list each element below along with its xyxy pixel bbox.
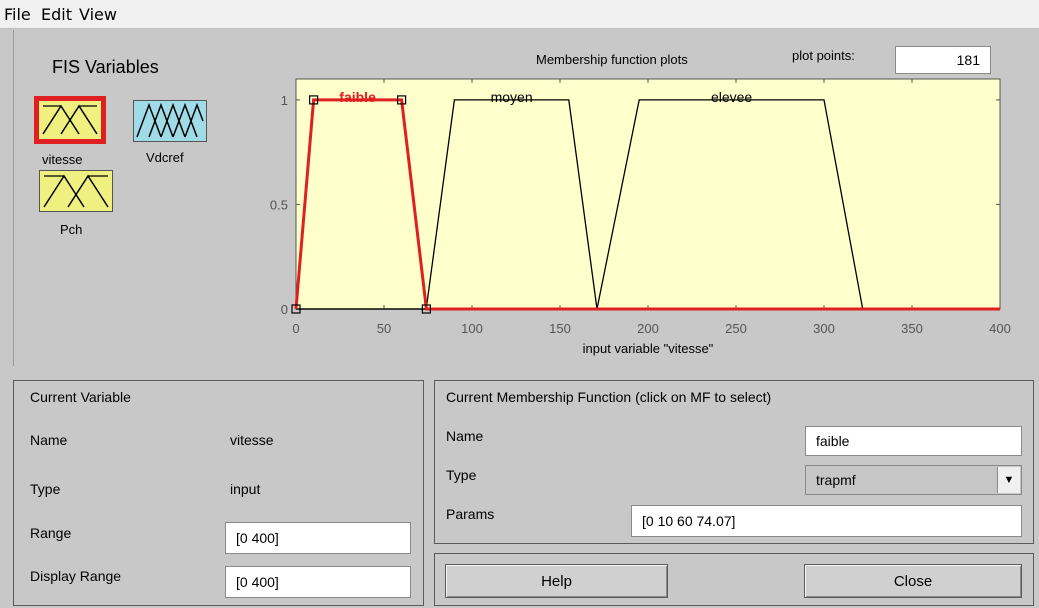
cv-name-value: vitesse <box>230 432 274 448</box>
x-tick-label: 400 <box>989 321 1011 336</box>
cv-name-label: Name <box>30 432 68 448</box>
plot-area <box>295 78 1001 310</box>
variable-vdcref-label: Vdcref <box>146 150 184 165</box>
x-tick-label: 250 <box>725 321 747 336</box>
x-tick-label: 150 <box>549 321 571 336</box>
cv-type-label: Type <box>30 481 61 497</box>
dropdown-arrow-icon[interactable]: ▼ <box>997 467 1020 493</box>
x-tick-label: 50 <box>377 321 391 336</box>
mf-type-label: Type <box>446 467 477 483</box>
fis-variables-title: FIS Variables <box>52 57 159 77</box>
close-button[interactable]: Close <box>804 564 1022 598</box>
mf-name-label: Name <box>446 428 484 444</box>
mf-name-input[interactable]: faible <box>805 426 1022 456</box>
mf-params-label: Params <box>446 506 495 522</box>
cv-display-range-label: Display Range <box>30 568 122 584</box>
menu-file[interactable]: File <box>4 5 31 24</box>
current-mf-title: Current Membership Function (click on MF… <box>446 389 772 405</box>
cv-type-value: input <box>230 481 261 497</box>
cv-range-label: Range <box>30 525 72 541</box>
mf-type-value: trapmf <box>816 472 856 488</box>
x-tick-label: 100 <box>461 321 483 336</box>
variable-vitesse-label: vitesse <box>42 152 83 167</box>
current-variable-title: Current Variable <box>30 389 131 405</box>
membership-function-plot[interactable]: 0 50 100 150 200 250 300 350 400 0 0.5 1 input varia… <box>240 76 1030 370</box>
x-tick-label: 350 <box>901 321 923 336</box>
mf-params-input[interactable]: [0 10 60 74.07] <box>631 505 1022 537</box>
plot-title: Membership function plots <box>536 52 688 67</box>
x-tick-label: 200 <box>637 321 659 336</box>
mf-label-elevee: elevee <box>711 89 752 105</box>
display-range-input[interactable]: [0 400] <box>225 566 411 598</box>
plot-points-label: plot points: <box>792 48 855 63</box>
variable-vdcref-icon[interactable] <box>133 100 207 142</box>
mf-type-select[interactable]: trapmf ▼ <box>805 465 1022 495</box>
variable-pch-icon[interactable] <box>39 170 113 212</box>
x-axis-label: input variable "vitesse" <box>583 341 714 356</box>
y-tick-label: 0 <box>281 302 288 317</box>
mf-label-faible: faible <box>339 89 376 105</box>
menu-view[interactable]: View <box>79 5 117 24</box>
plot-points-input[interactable]: 181 <box>895 46 991 74</box>
variable-pch-label: Pch <box>60 222 83 237</box>
range-input[interactable]: [0 400] <box>225 522 411 554</box>
mf-label-moyen: moyen <box>491 89 533 105</box>
y-tick-label: 1 <box>281 93 288 108</box>
y-tick-label: 0.5 <box>270 197 288 212</box>
x-tick-label: 300 <box>813 321 835 336</box>
variable-vitesse-icon[interactable] <box>34 96 106 144</box>
help-button[interactable]: Help <box>445 564 668 598</box>
x-tick-label: 0 <box>292 321 299 336</box>
menu-bar: File Edit View <box>0 0 1039 29</box>
menu-edit[interactable]: Edit <box>41 5 72 24</box>
